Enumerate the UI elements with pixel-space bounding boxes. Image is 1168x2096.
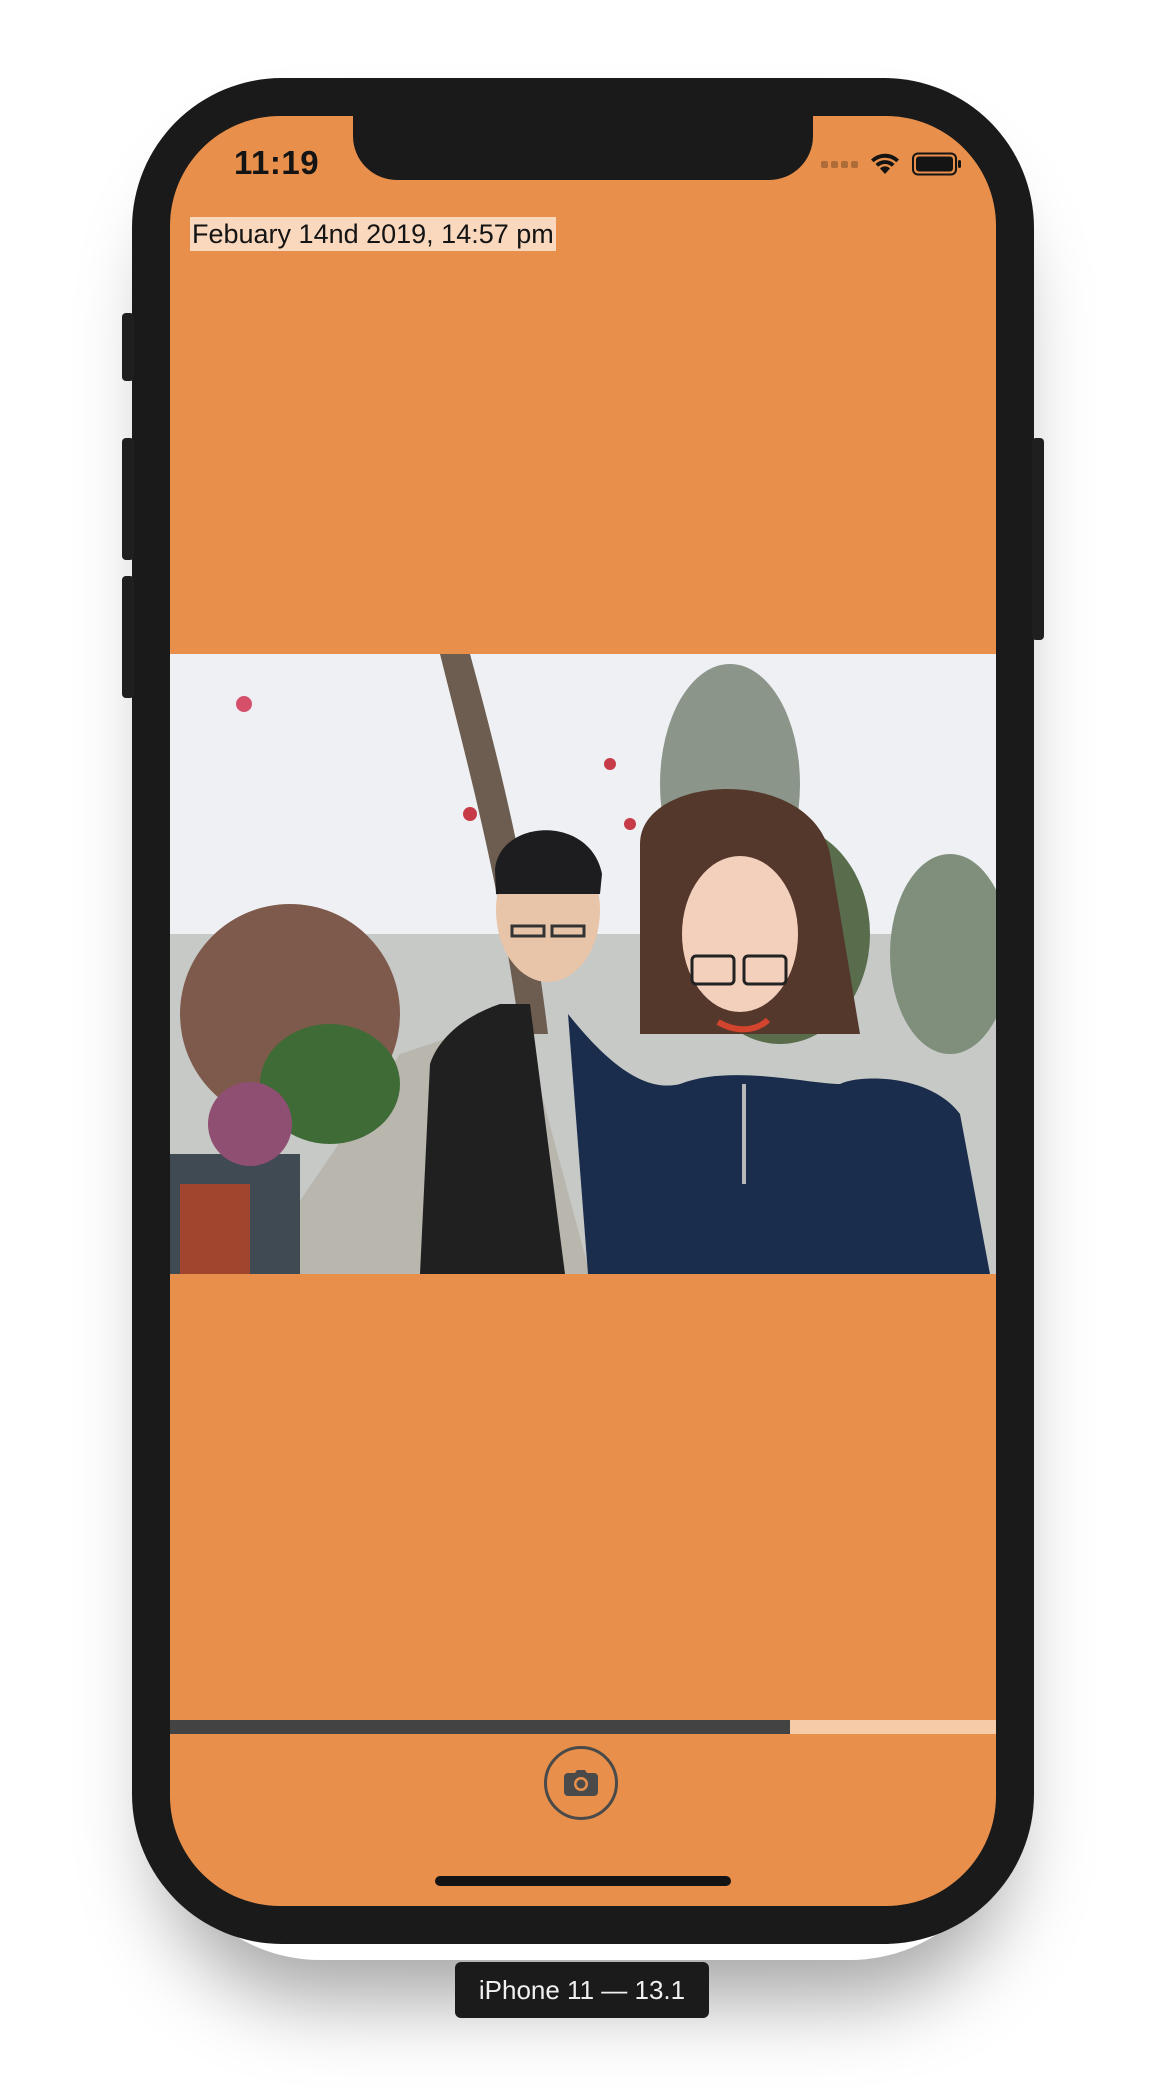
camera-icon xyxy=(564,1770,598,1796)
status-icons xyxy=(821,152,962,176)
wifi-icon xyxy=(871,153,899,174)
date-label: Febuary 14nd 2019, 14:57 pm xyxy=(190,217,556,251)
volume-down-button xyxy=(122,576,134,698)
simulator-stage: 11:19 Febuary 14nd 2019, 14:57 pm iPhone… xyxy=(0,0,1168,2096)
simulator-device-label: iPhone 11 — 13.1 xyxy=(455,1962,709,2018)
couple-photo xyxy=(170,654,996,1274)
power-button xyxy=(1032,438,1044,640)
home-indicator[interactable] xyxy=(435,1876,731,1886)
volume-up-button xyxy=(122,438,134,560)
battery-icon xyxy=(912,152,961,176)
progress-fill xyxy=(170,1720,790,1734)
camera-button[interactable] xyxy=(544,1746,618,1820)
notch xyxy=(353,116,813,180)
progress-bar xyxy=(170,1720,996,1734)
status-time: 11:19 xyxy=(234,144,320,181)
app-screen: 11:19 Febuary 14nd 2019, 14:57 pm xyxy=(170,116,996,1906)
mute-switch xyxy=(122,313,134,381)
cellular-signal-icon xyxy=(821,160,858,168)
photo-icon xyxy=(170,654,996,1274)
